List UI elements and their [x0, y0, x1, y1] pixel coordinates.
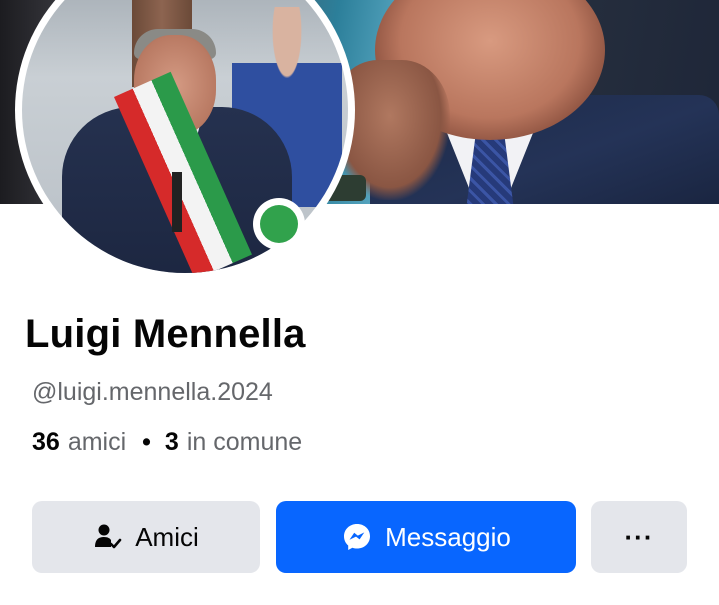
friends-label: amici: [67, 428, 127, 456]
online-status-indicator: [253, 198, 305, 250]
person-check-icon: [93, 522, 123, 552]
message-button-label: Messaggio: [385, 521, 511, 552]
more-dots-icon: ···: [624, 522, 654, 552]
friends-count: 36: [32, 428, 60, 456]
friends-button[interactable]: Amici: [32, 501, 260, 573]
mutual-label: in comune: [186, 428, 303, 456]
mutual-count: 3: [164, 428, 179, 456]
friends-button-label: Amici: [135, 521, 199, 552]
separator-dot: •: [142, 428, 151, 456]
avatar-microphone: [172, 172, 182, 232]
friends-summary[interactable]: 36 amici • 3 in comune: [32, 428, 302, 457]
message-button[interactable]: Messaggio: [276, 501, 576, 573]
profile-name: Luigi Mennella: [25, 312, 306, 356]
more-options-button[interactable]: ···: [591, 501, 687, 573]
messenger-icon: [341, 521, 373, 553]
profile-username: @luigi.mennella.2024: [32, 378, 273, 406]
